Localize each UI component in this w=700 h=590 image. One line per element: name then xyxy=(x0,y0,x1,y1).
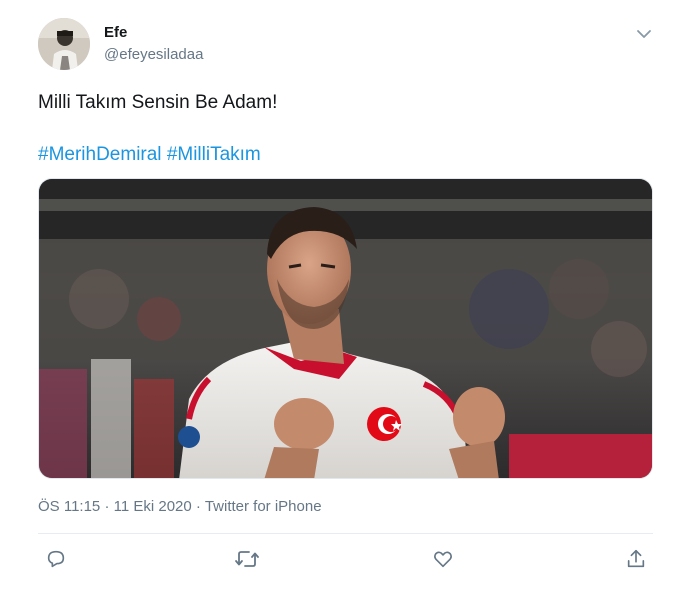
heart-icon[interactable] xyxy=(430,546,456,572)
tweet-date[interactable]: 11 Eki 2020 xyxy=(114,498,192,515)
tweet-text: Milli Takım Sensin Be Adam! xyxy=(38,92,278,113)
meta-separator: · xyxy=(195,498,201,515)
retweet-icon[interactable] xyxy=(234,546,260,572)
divider xyxy=(38,533,653,534)
tweet-photo[interactable] xyxy=(38,178,653,479)
tweet-source[interactable]: Twitter for iPhone xyxy=(205,498,322,515)
meta-separator: · xyxy=(104,498,110,515)
hashtag-link[interactable]: #MilliTakım xyxy=(167,144,261,165)
avatar[interactable] xyxy=(38,18,90,70)
user-handle[interactable]: @efeyesiladaa xyxy=(104,46,203,63)
tweet-time[interactable]: ÖS 11:15 xyxy=(38,498,100,515)
hashtag-link[interactable]: #MerihDemiral xyxy=(38,144,162,165)
tweet-metadata: ÖS 11:15 · 11 Eki 2020 · Twitter for iPh… xyxy=(38,498,322,515)
tweet-card: Efe @efeyesiladaa Milli Takım Sensin Be … xyxy=(0,0,700,590)
share-icon[interactable] xyxy=(623,546,649,572)
hashtag-list: #MerihDemiral #MilliTakım xyxy=(38,144,261,166)
reply-icon[interactable] xyxy=(43,546,69,572)
display-name[interactable]: Efe xyxy=(104,24,127,41)
chevron-down-icon[interactable] xyxy=(634,24,654,44)
